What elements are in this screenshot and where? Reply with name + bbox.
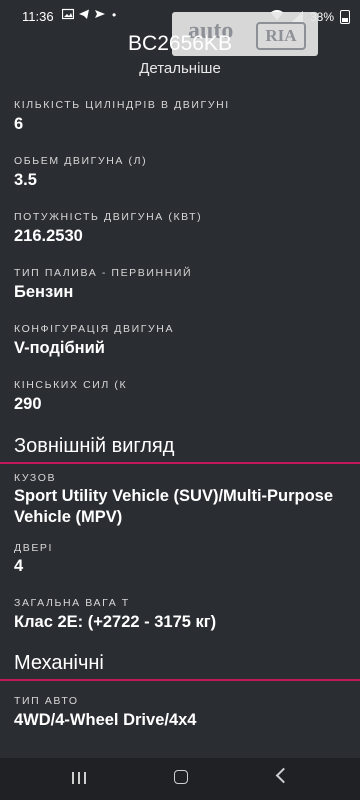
field-label-horsepower: КІНСЬКИХ СИЛ (К — [14, 379, 128, 391]
section-divider-mechanical — [0, 679, 360, 681]
section-title-exterior: Зовнішній вигляд — [14, 435, 175, 457]
field-value-horsepower: 290 — [14, 395, 42, 413]
section-title-mechanical: Механічні — [14, 652, 104, 674]
send-icon — [94, 8, 106, 20]
status-time: 11:36 — [22, 9, 54, 24]
image-icon — [61, 8, 75, 20]
field-value-engine-config: V-подібний — [14, 339, 105, 357]
status-more-dot: • — [112, 8, 117, 22]
field-value-cylinders: 6 — [14, 115, 24, 133]
page-subtitle: Детальніше — [139, 60, 221, 77]
field-value-engine-volume: 3.5 — [14, 171, 37, 189]
section-divider-exterior — [0, 462, 360, 464]
field-value-doors: 4 — [14, 557, 24, 575]
home-icon[interactable] — [174, 770, 188, 784]
field-label-engine-volume: ОБЬЕМ ДВИГУНА (Л) — [14, 155, 148, 167]
field-value-engine-power: 216.2530 — [14, 227, 83, 245]
field-value-body: Sport Utility Vehicle (SUV)/Multi-Purpos… — [14, 487, 334, 526]
battery-icon — [340, 9, 350, 24]
field-label-fuel-type: ТИП ПАЛИВА - ПЕРВИННИЙ — [14, 267, 193, 279]
field-label-drive-type: ТИП АВТО — [14, 695, 79, 707]
field-label-doors: ДВЕРІ — [14, 542, 54, 554]
field-label-total-weight: ЗАГАЛЬНА ВАГА Т — [14, 597, 130, 609]
field-value-fuel-type: Бензин — [14, 283, 74, 301]
field-label-cylinders: КІЛЬКІСТЬ ЦИЛІНДРІВ В ДВИГУНІ — [14, 99, 230, 111]
field-value-total-weight: Клас 2E: (+2722 - 3175 кг) — [14, 613, 217, 631]
field-label-engine-config: КОНФІГУРАЦІЯ ДВИГУНА — [14, 323, 175, 335]
field-label-engine-power: ПОТУЖНІСТЬ ДВИГУНА (КВТ) — [14, 211, 203, 223]
recents-icon[interactable] — [72, 772, 86, 784]
field-label-body: КУЗОВ — [14, 472, 57, 484]
status-notification-icons — [61, 8, 106, 20]
telegram-icon — [78, 8, 90, 20]
back-icon[interactable] — [275, 767, 292, 784]
field-value-drive-type: 4WD/4-Wheel Drive/4x4 — [14, 711, 197, 729]
system-navigation-bar — [0, 758, 360, 800]
page-title: BC2656KB — [128, 32, 232, 55]
